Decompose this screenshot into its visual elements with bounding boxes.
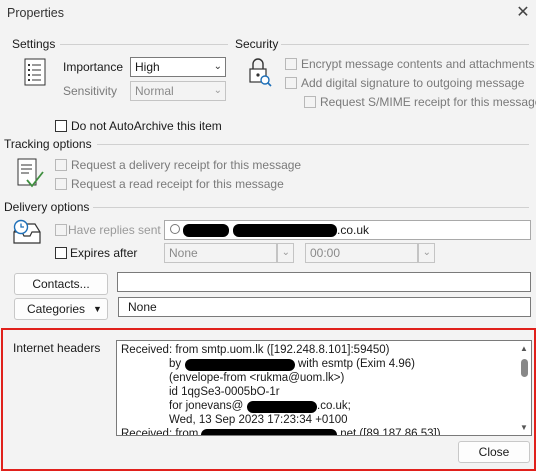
header-line-by: by: [169, 358, 182, 370]
smime-receipt-label: Request S/MIME receipt for this message: [320, 95, 536, 109]
header-line: .co.uk;: [317, 400, 351, 412]
expires-date-select[interactable]: None: [164, 243, 277, 263]
categories-value: None: [128, 300, 157, 314]
expires-after-label: Expires after: [70, 246, 138, 260]
delivery-divider: [93, 207, 529, 208]
smime-receipt-checkbox[interactable]: [304, 96, 316, 108]
header-line: (envelope-from <rukma@uom.lk>): [169, 372, 345, 384]
settings-heading: Settings: [12, 37, 56, 51]
caret-down-icon: ▼: [93, 304, 102, 314]
chevron-down-icon: ⌄: [281, 247, 290, 258]
close-window-icon[interactable]: ✕: [514, 4, 532, 22]
internet-headers-textbox[interactable]: Received: from smtp.uom.lk ([192.248.8.1…: [116, 340, 532, 436]
read-receipt-label: Request a read receipt for this message: [71, 177, 284, 191]
window-title: Properties: [7, 6, 64, 20]
contacts-button[interactable]: Contacts...: [14, 273, 108, 295]
header-line: .net ([89.187.86.53]): [337, 428, 441, 436]
redacted-text: [183, 224, 229, 237]
importance-select[interactable]: High ⌄: [130, 57, 226, 77]
header-line: Wed, 13 Sep 2023 17:23:34 +0100: [169, 414, 348, 426]
headers-scrollbar[interactable]: ▲ ▼: [517, 341, 531, 435]
header-line: id 1qgSe3-0005bO-1r: [169, 386, 280, 398]
sensitivity-label: Sensitivity: [63, 84, 118, 98]
delivery-heading: Delivery options: [4, 200, 90, 214]
header-line: Received: from: [121, 428, 199, 436]
expires-date-dropdown[interactable]: ⌄: [277, 243, 294, 263]
encrypt-label: Encrypt message contents and attachments: [301, 57, 535, 71]
expires-after-checkbox[interactable]: [55, 247, 67, 259]
replies-to-field[interactable]: .co.uk: [164, 220, 531, 240]
redacted-text: [233, 224, 337, 237]
digital-signature-label: Add digital signature to outgoing messag…: [301, 76, 525, 90]
expires-date-value: None: [169, 246, 198, 260]
redacted-text: [201, 429, 337, 435]
delivery-receipt-label: Request a delivery receipt for this mess…: [71, 158, 302, 172]
sensitivity-select[interactable]: Normal ⌄: [130, 81, 226, 101]
settings-divider: [60, 44, 228, 45]
header-line: with esmtp (Exim 4.96): [298, 358, 415, 370]
tracking-heading: Tracking options: [4, 137, 92, 151]
chevron-down-icon: ⌄: [213, 85, 222, 96]
close-button[interactable]: Close: [458, 441, 530, 463]
expires-time-dropdown[interactable]: ⌄: [418, 243, 435, 263]
scroll-down-icon[interactable]: ▼: [520, 423, 528, 432]
scroll-up-icon[interactable]: ▲: [520, 344, 528, 353]
contact-indicator-icon: [170, 224, 180, 234]
header-line: for jonevans@: [169, 400, 244, 412]
security-heading: Security: [235, 37, 279, 51]
delivery-receipt-checkbox[interactable]: [55, 159, 67, 171]
importance-label: Importance: [63, 60, 124, 74]
categories-field[interactable]: None: [118, 297, 531, 317]
inbox-clock-icon: [12, 218, 42, 246]
digital-signature-checkbox[interactable]: [285, 77, 297, 89]
replies-to-value-suffix: .co.uk: [337, 223, 370, 237]
internet-headers-label: Internet headers: [13, 341, 101, 355]
lock-search-icon: [247, 56, 273, 88]
scroll-thumb[interactable]: [521, 359, 528, 377]
read-receipt-checkbox[interactable]: [55, 178, 67, 190]
replies-to-checkbox[interactable]: [55, 224, 67, 236]
autoarchive-label: Do not AutoArchive this item: [71, 119, 222, 133]
importance-value: High: [135, 60, 160, 74]
chevron-down-icon: ⌄: [213, 61, 222, 72]
redacted-text: [247, 401, 317, 413]
chevron-down-icon: ⌄: [422, 247, 431, 258]
autoarchive-checkbox[interactable]: [55, 120, 67, 132]
expires-time-value: 00:00: [310, 246, 341, 260]
properties-sheet-icon: [24, 58, 46, 86]
redacted-text: [185, 359, 295, 371]
receipt-check-icon: [17, 158, 45, 190]
categories-button[interactable]: Categories ▼: [14, 298, 108, 320]
sensitivity-value: Normal: [135, 84, 174, 98]
replies-to-label: Have replies sent to: [68, 223, 175, 237]
header-line: Received: from smtp.uom.lk ([192.248.8.1…: [121, 344, 390, 356]
tracking-divider: [97, 144, 529, 145]
security-divider: [281, 44, 529, 45]
contacts-field[interactable]: [117, 272, 531, 292]
expires-time-select[interactable]: 00:00: [305, 243, 418, 263]
categories-button-label: Categories: [27, 302, 86, 316]
encrypt-checkbox[interactable]: [285, 58, 297, 70]
